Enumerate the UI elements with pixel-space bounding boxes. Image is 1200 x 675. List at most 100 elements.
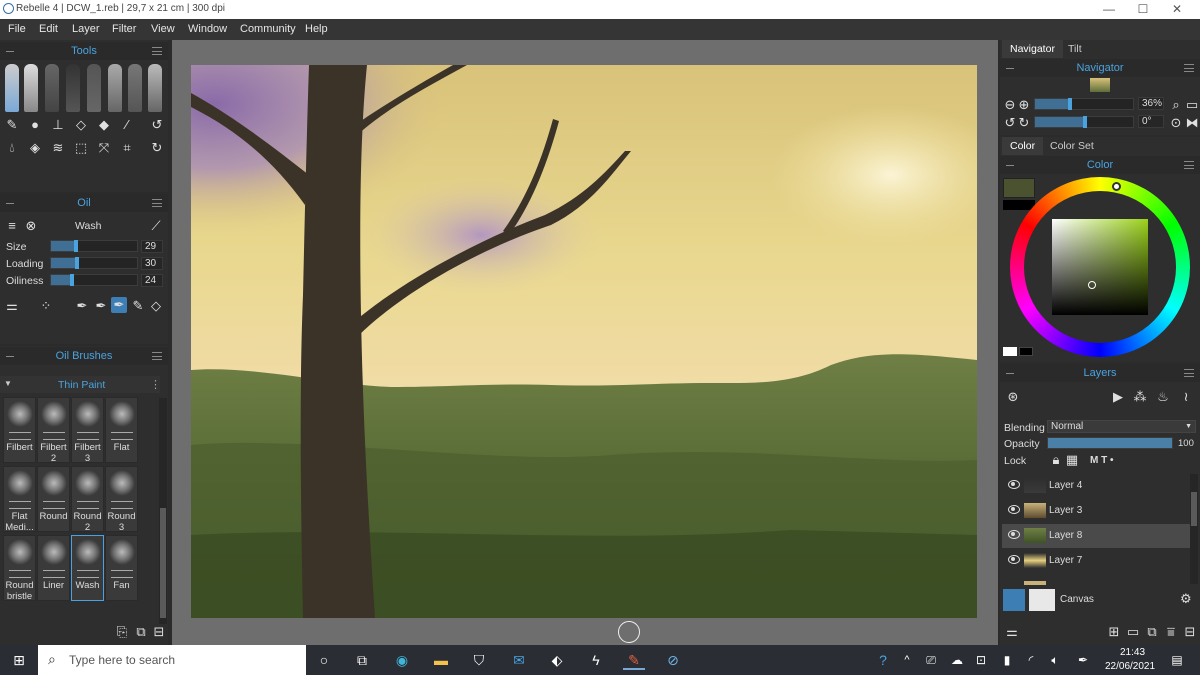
- notifications-icon[interactable]: ▤: [1166, 650, 1188, 670]
- size-slider[interactable]: [50, 240, 138, 252]
- wifi-icon[interactable]: ◜: [1020, 650, 1042, 670]
- winamp-icon[interactable]: ϟ: [585, 650, 607, 670]
- layer-row[interactable]: Layer 8: [1002, 524, 1190, 548]
- windows-start-icon[interactable]: ⊞: [8, 650, 30, 670]
- opacity-slider[interactable]: [1047, 437, 1173, 449]
- oil-brush-tool[interactable]: [45, 64, 59, 112]
- hue-handle[interactable]: [1112, 182, 1121, 191]
- tab-color-set[interactable]: Color Set: [1042, 137, 1102, 155]
- rebelle-taskbar-icon[interactable]: ✎: [623, 650, 645, 670]
- brush-preset-fan[interactable]: Fan: [105, 535, 138, 601]
- canvas-layer-row[interactable]: Canvas ⚙: [1002, 588, 1198, 612]
- reset-rotation-icon[interactable]: ⊙: [1168, 115, 1184, 131]
- store-icon[interactable]: ⛉: [468, 650, 490, 670]
- marker-tool[interactable]: [128, 64, 142, 112]
- brush-preset-flat-medi[interactable]: Flat Medi...: [3, 466, 36, 533]
- dry-layer-icon[interactable]: ♨: [1155, 389, 1171, 405]
- rotation-slider[interactable]: [1034, 116, 1134, 128]
- visibility-eye-icon[interactable]: [1008, 555, 1020, 564]
- chevron-up-icon[interactable]: ^: [896, 650, 918, 670]
- redo-icon[interactable]: ↻: [149, 140, 165, 156]
- crop-icon[interactable]: ⌗: [119, 140, 135, 156]
- airbrush-tool[interactable]: [148, 64, 162, 112]
- menu-view[interactable]: View: [151, 23, 175, 35]
- layer-row[interactable]: Layer 3: [1002, 499, 1190, 523]
- safari-icon[interactable]: ⊘: [662, 650, 684, 670]
- undo-icon[interactable]: ↺: [149, 117, 165, 133]
- menu-layer[interactable]: Layer: [72, 23, 100, 35]
- minimize-button[interactable]: —: [1098, 1, 1120, 18]
- brush-preset-wash[interactable]: Wash: [71, 535, 104, 601]
- lock-flags[interactable]: M T •: [1090, 455, 1114, 466]
- duplicate-brush-icon[interactable]: ⧉: [133, 624, 149, 640]
- rotate-right-icon[interactable]: ↻: [1016, 115, 1032, 131]
- edge-icon[interactable]: ◉: [391, 650, 413, 670]
- menu-community[interactable]: Community: [240, 23, 296, 35]
- brush-settings-icon[interactable]: ≡: [4, 218, 20, 234]
- blending-select[interactable]: Normal ▼: [1047, 420, 1196, 433]
- tab-tilt[interactable]: Tilt: [1060, 40, 1090, 58]
- zoom-in-icon[interactable]: ⊕: [1016, 97, 1032, 113]
- size-value[interactable]: 29: [141, 240, 163, 253]
- blend-icon[interactable]: ●: [27, 117, 43, 133]
- stamp-icon[interactable]: ⊥: [50, 117, 66, 133]
- selection-icon[interactable]: ⬚: [73, 140, 89, 156]
- tab-navigator[interactable]: Navigator: [1002, 40, 1063, 58]
- menu-window[interactable]: Window: [188, 23, 227, 35]
- layer-row[interactable]: Layer 4: [1002, 474, 1190, 498]
- brush-preset-round[interactable]: Round: [37, 466, 70, 532]
- opacity-value[interactable]: 100: [1178, 438, 1194, 449]
- reset-icon[interactable]: ⊗: [23, 218, 39, 234]
- ink-pen-tool[interactable]: [66, 64, 80, 112]
- layer-row[interactable]: Layer 7: [1002, 549, 1190, 573]
- current-color-swatch[interactable]: [1003, 178, 1035, 198]
- menu-edit[interactable]: Edit: [39, 23, 58, 35]
- pressure-curve-icon[interactable]: ⟋: [148, 218, 164, 234]
- new-folder-icon[interactable]: ▭: [1125, 624, 1141, 640]
- canvas-settings-icon[interactable]: ⚙: [1180, 591, 1192, 607]
- brush-mode-2-icon[interactable]: ✒: [93, 298, 109, 314]
- import-brush-icon[interactable]: ⎘: [114, 624, 130, 640]
- duplicate-layer-icon[interactable]: ⧉: [1144, 624, 1160, 640]
- lock-alpha-icon[interactable]: ▦: [1064, 452, 1080, 468]
- onedrive-icon[interactable]: ☁: [946, 650, 968, 670]
- black-swatch[interactable]: [1019, 347, 1033, 356]
- diffuse-icon[interactable]: ≀: [1178, 389, 1194, 405]
- loading-value[interactable]: 30: [141, 257, 163, 270]
- brush-mode-4-icon[interactable]: ✎: [130, 298, 146, 314]
- pencil-tool[interactable]: [87, 64, 101, 112]
- transform-icon[interactable]: ⤧: [96, 140, 112, 156]
- cortana-icon[interactable]: ○: [313, 650, 335, 670]
- pastel-tool[interactable]: [108, 64, 122, 112]
- color-wheel[interactable]: [1010, 177, 1190, 357]
- brush-preset-filbert-3[interactable]: Filbert 3: [71, 397, 104, 464]
- lock-icon[interactable]: 🔒︎: [1048, 452, 1064, 468]
- water-icon[interactable]: 💧︎: [4, 140, 20, 156]
- collapse-icon[interactable]: ▼: [4, 379, 12, 388]
- brush-mode-1-icon[interactable]: ✒: [74, 298, 90, 314]
- zoom-fit-icon[interactable]: ⌕: [1168, 97, 1184, 113]
- mail-icon[interactable]: ✉: [508, 650, 530, 670]
- eyedropper-icon[interactable]: ⁄: [119, 117, 135, 133]
- brush-preset-flat[interactable]: Flat: [105, 397, 138, 463]
- brush-preset-filbert[interactable]: Filbert: [3, 397, 36, 463]
- menu-file[interactable]: File: [8, 23, 26, 35]
- color-picker-handle[interactable]: [1088, 281, 1096, 289]
- navigator-thumbnail[interactable]: [1090, 78, 1110, 92]
- loading-slider[interactable]: [50, 257, 138, 269]
- acrylic-brush-tool[interactable]: [24, 64, 38, 112]
- sliders-icon[interactable]: ⚌: [4, 298, 20, 314]
- brush-preset-round-bristle[interactable]: Round bristle: [3, 535, 36, 602]
- play-icon[interactable]: ▶: [1110, 389, 1126, 405]
- brushes-scrollbar[interactable]: [159, 398, 167, 624]
- fullscreen-icon[interactable]: ▭: [1184, 97, 1200, 113]
- maximize-button[interactable]: ☐: [1132, 1, 1154, 18]
- close-button[interactable]: ✕: [1166, 1, 1188, 18]
- brush-preset-liner[interactable]: Liner: [37, 535, 70, 601]
- tab-color[interactable]: Color: [1002, 137, 1044, 155]
- task-view-icon[interactable]: ⧉: [351, 650, 373, 670]
- search-box[interactable]: ⌕ Type here to search: [38, 645, 306, 675]
- flip-icon[interactable]: ⧓: [1184, 115, 1200, 131]
- clock-time[interactable]: 21:43: [1120, 647, 1145, 658]
- pen-input-icon[interactable]: ✒: [1072, 650, 1094, 670]
